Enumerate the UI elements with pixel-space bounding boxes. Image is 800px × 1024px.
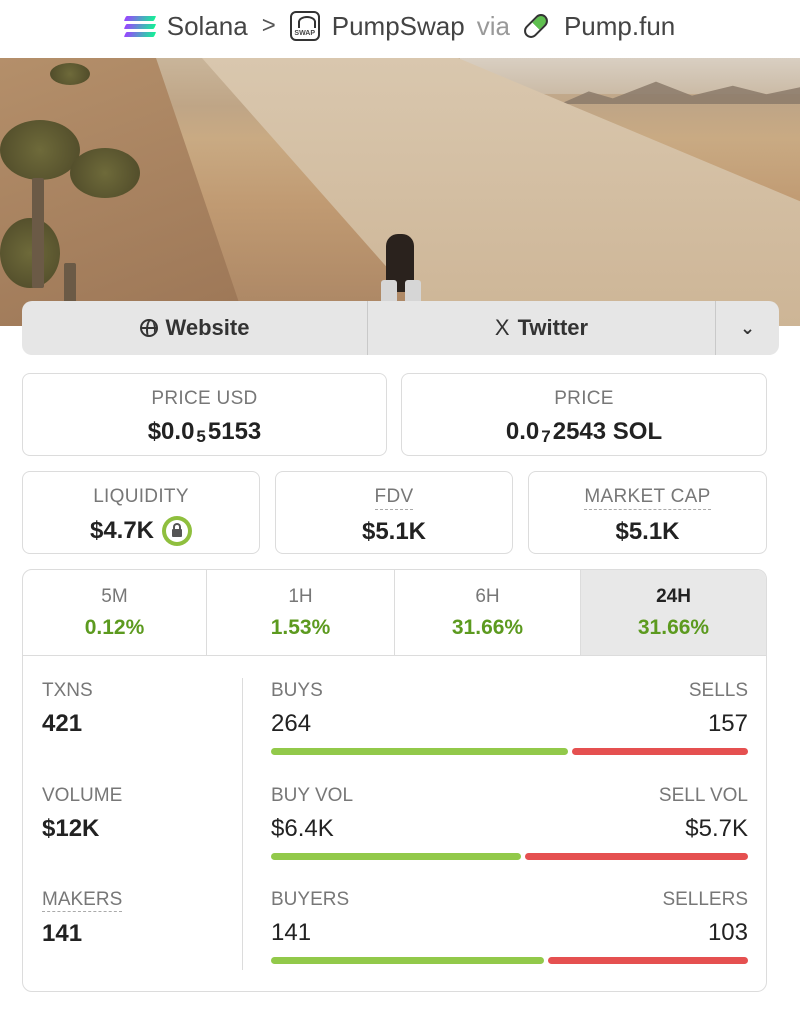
solana-logo-icon xyxy=(123,15,156,37)
price-native-label: PRICE xyxy=(554,388,614,409)
trading-stats-panel: 5M 0.12% 1H 1.53% 6H 31.66% 24H 31.66% T… xyxy=(22,569,767,992)
breadcrumb-launchpad[interactable]: Pump.fun xyxy=(564,11,675,42)
fdv-label[interactable]: FDV xyxy=(374,486,414,510)
liquidity-value: $4.7K xyxy=(89,517,155,544)
twitter-button[interactable]: X Twitter xyxy=(368,301,716,355)
token-banner-image xyxy=(0,58,800,326)
fdv-card: FDV $5.1K xyxy=(275,471,513,554)
buys-count: 264 xyxy=(271,710,312,737)
pumpfun-pill-icon xyxy=(521,11,551,41)
breadcrumb: Solana > SWAP PumpSwap via Pump.fun xyxy=(0,0,800,52)
buyers-sellers-split: BUYERS SELLERS 141 103 xyxy=(271,889,748,964)
globe-icon xyxy=(139,319,158,337)
tab-24h[interactable]: 24H 31.66% xyxy=(581,570,766,655)
market-cap-card: MARKET CAP $5.1K xyxy=(528,471,767,554)
volume-bar xyxy=(271,853,748,860)
timeframe-tabs: 5M 0.12% 1H 1.53% 6H 31.66% 24H 31.66% xyxy=(23,570,766,656)
sell-volume: $5.7K xyxy=(685,815,748,842)
buyers-count: 141 xyxy=(271,919,312,946)
tab-6h[interactable]: 6H 31.66% xyxy=(395,570,581,655)
sells-count: 157 xyxy=(707,710,748,737)
tab-1h[interactable]: 1H 1.53% xyxy=(207,570,395,655)
price-usd-value: $0.0 5 5153 xyxy=(147,418,262,446)
price-usd-label: PRICE USD xyxy=(151,388,258,409)
breadcrumb-chain[interactable]: Solana xyxy=(167,11,248,42)
pumpswap-logo-icon: SWAP xyxy=(289,11,320,41)
more-links-button[interactable]: ⌄ xyxy=(716,301,779,355)
txns-stat: TXNS 421 xyxy=(42,680,93,737)
twitter-label: Twitter xyxy=(517,315,589,340)
tab-5m[interactable]: 5M 0.12% xyxy=(23,570,207,655)
volume-stat: VOLUME $12K xyxy=(42,785,123,842)
social-links-bar: Website X Twitter ⌄ xyxy=(22,301,779,355)
buys-sells-bar xyxy=(271,748,748,755)
sellers-count: 103 xyxy=(707,919,748,946)
buy-sell-volume-split: BUY VOL SELL VOL $6.4K $5.7K xyxy=(271,785,748,860)
liquidity-label: LIQUIDITY xyxy=(93,486,189,507)
price-usd-card: PRICE USD $0.0 5 5153 xyxy=(22,373,387,456)
makers-bar xyxy=(271,957,748,964)
breadcrumb-separator: > xyxy=(261,12,276,39)
column-divider xyxy=(242,678,243,970)
buys-sells-split: BUYS SELLS 264 157 xyxy=(271,680,748,755)
breadcrumb-dex[interactable]: PumpSwap xyxy=(332,11,465,42)
makers-stat: MAKERS 141 xyxy=(42,889,123,947)
website-label: Website xyxy=(165,315,250,340)
market-cap-value: $5.1K xyxy=(615,518,680,545)
breadcrumb-via: via xyxy=(476,10,510,41)
lock-icon[interactable] xyxy=(162,516,193,546)
buy-volume: $6.4K xyxy=(271,815,334,842)
x-logo-icon: X xyxy=(494,315,510,340)
fdv-value: $5.1K xyxy=(361,518,427,545)
website-button[interactable]: Website xyxy=(22,301,368,355)
liquidity-card: LIQUIDITY $4.7K xyxy=(22,471,260,554)
market-cap-label[interactable]: MARKET CAP xyxy=(584,486,711,510)
price-native-value: 0.0 7 2543 SOL xyxy=(505,418,663,446)
chevron-down-icon: ⌄ xyxy=(739,317,756,338)
price-native-card: PRICE 0.0 7 2543 SOL xyxy=(401,373,767,456)
